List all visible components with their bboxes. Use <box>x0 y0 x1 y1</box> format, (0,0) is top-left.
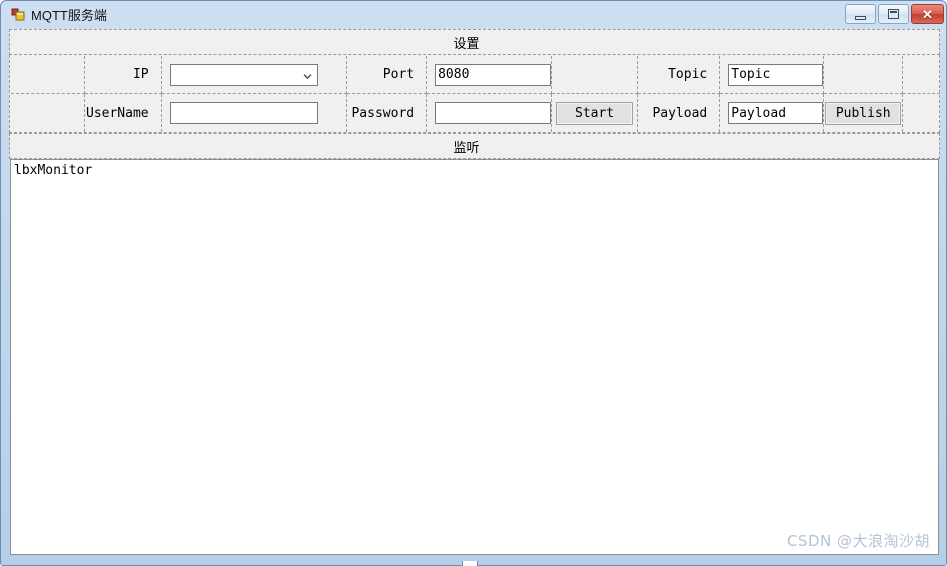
settings-field-grid: IP Port 8080 Topic Topic UserName Passwo… <box>9 55 940 133</box>
title-bar[interactable]: MQTT服务端 ✕ <box>1 1 947 28</box>
application-window: MQTT服务端 ✕ 设置 IP Port 8080 Topic Topic Us… <box>0 0 947 566</box>
publish-button-cell: Publish <box>824 94 904 132</box>
grid-cell-empty-r1c6 <box>552 56 639 94</box>
settings-header-label: 设置 <box>453 36 480 52</box>
topic-input-cell: Topic <box>720 56 825 94</box>
minimize-button[interactable] <box>845 4 876 24</box>
start-button[interactable]: Start <box>556 101 634 125</box>
monitor-listbox[interactable]: lbxMonitor <box>10 159 939 555</box>
payload-input-cell: Payload <box>720 94 825 132</box>
list-item[interactable]: lbxMonitor <box>11 160 938 179</box>
monitor-section-header: 监听 <box>9 133 940 159</box>
start-button-cell: Start <box>552 94 639 132</box>
username-label-cell: UserName <box>85 94 162 132</box>
settings-row-1: IP Port 8080 Topic Topic <box>11 56 940 94</box>
settings-section-header: 设置 <box>9 29 940 55</box>
form-designer-icon <box>11 8 25 22</box>
payload-label: Payload <box>652 105 708 121</box>
grid-cell-spacer <box>11 56 85 94</box>
monitor-header-label: 监听 <box>453 140 480 156</box>
settings-row-2: UserName Password Start Payload Payload … <box>11 94 940 132</box>
port-input[interactable]: 8080 <box>435 63 552 86</box>
topic-input[interactable]: Topic <box>728 63 824 86</box>
port-label-cell: Port <box>346 56 428 94</box>
window-controls: ✕ <box>845 4 944 24</box>
maximize-button[interactable] <box>878 4 909 24</box>
close-button[interactable]: ✕ <box>911 4 944 24</box>
username-input[interactable] <box>169 102 318 124</box>
password-label: Password <box>351 105 415 121</box>
grid-cell-empty-r1c9 <box>824 56 904 94</box>
payload-label-cell: Payload <box>638 94 721 132</box>
port-input-cell: 8080 <box>427 56 553 94</box>
topic-label-cell: Topic <box>638 56 721 94</box>
topic-label: Topic <box>668 67 708 82</box>
payload-input[interactable]: Payload <box>728 102 824 124</box>
grid-cell-spacer-2 <box>11 94 85 132</box>
publish-button[interactable]: Publish <box>825 101 902 125</box>
grid-cell-empty-r1c10 <box>903 56 940 94</box>
ip-label-cell: IP <box>84 56 162 94</box>
maximize-icon <box>888 9 899 19</box>
password-label-cell: Password <box>347 94 428 132</box>
ip-input-cell <box>161 56 347 94</box>
client-area: 设置 IP Port 8080 Topic Topic UserName Pas… <box>9 29 940 557</box>
password-input[interactable] <box>435 102 552 124</box>
close-icon: ✕ <box>922 6 933 22</box>
window-bottom-notch <box>462 561 478 566</box>
chevron-down-icon <box>303 69 312 79</box>
username-input-cell <box>162 94 347 132</box>
window-title: MQTT服务端 <box>31 8 107 23</box>
password-input-cell <box>427 94 553 132</box>
ip-combobox[interactable] <box>169 63 318 86</box>
grid-cell-empty-r2c10 <box>903 94 940 132</box>
minimize-icon <box>855 15 866 20</box>
port-label: Port <box>382 67 415 82</box>
ip-label: IP <box>132 67 149 82</box>
username-label: UserName <box>86 105 149 121</box>
